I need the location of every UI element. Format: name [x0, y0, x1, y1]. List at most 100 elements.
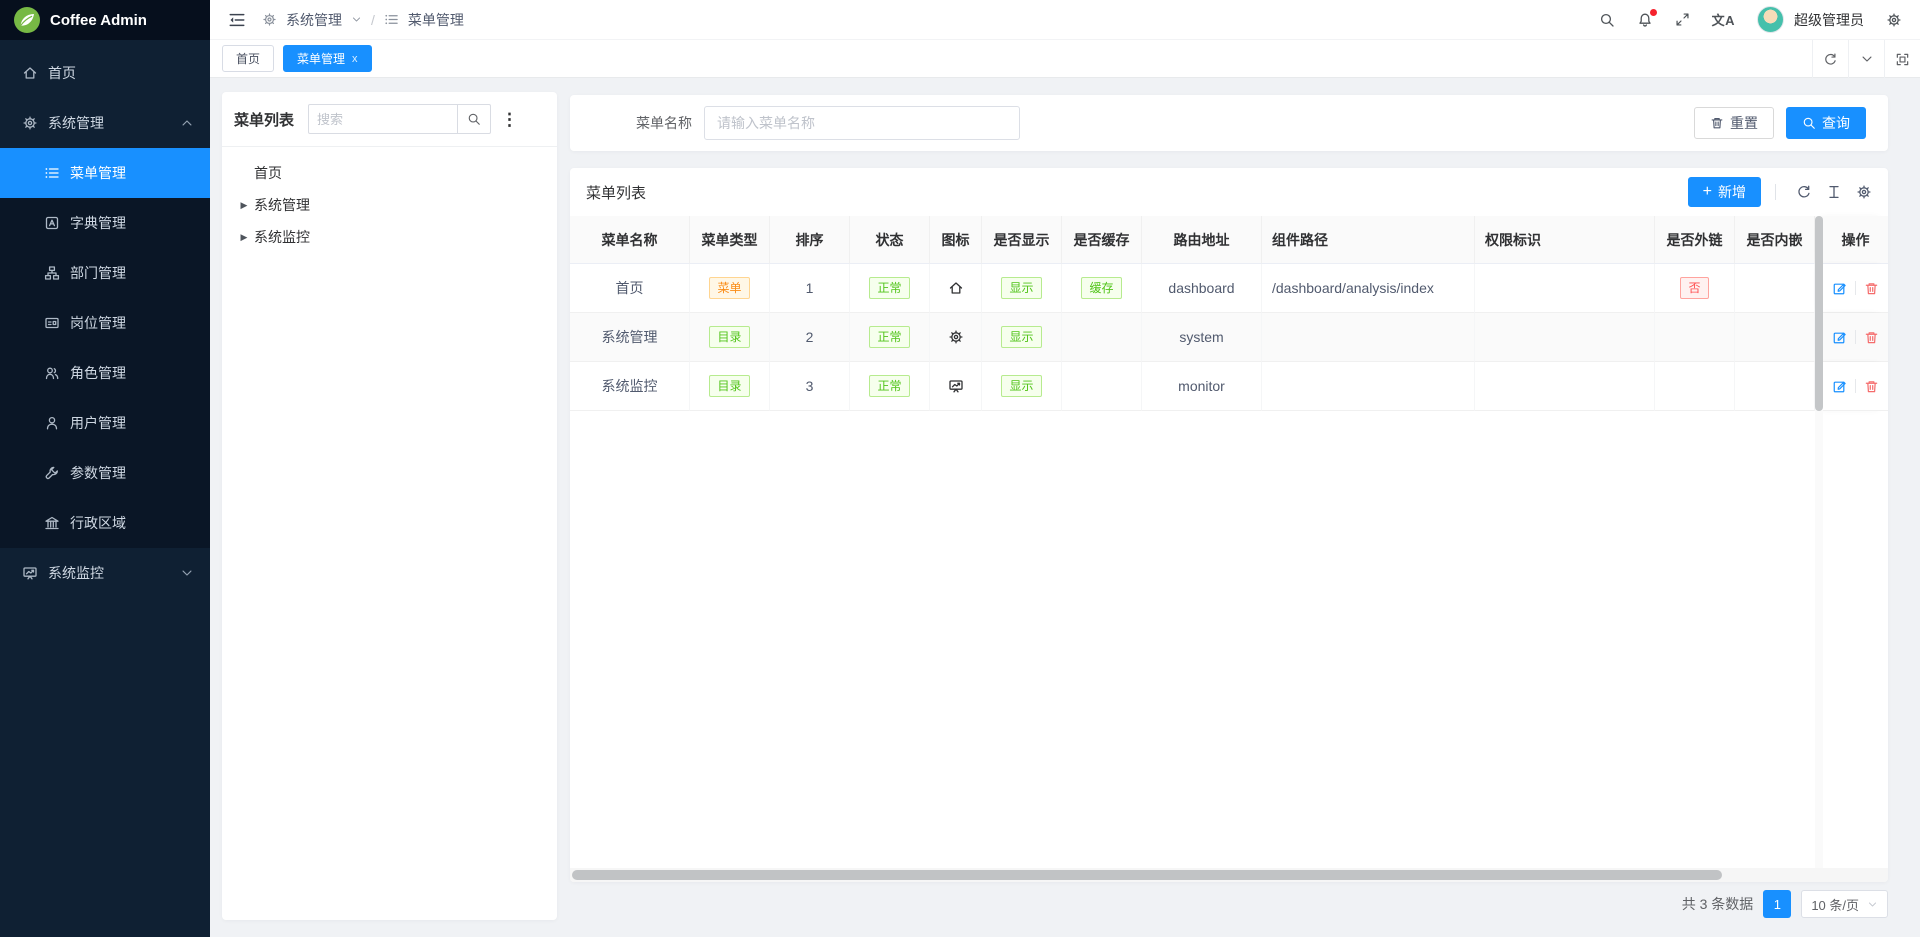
col-icon: 图标 — [930, 216, 982, 264]
breadcrumb-current: 菜单管理 — [408, 10, 464, 30]
cell-status: 正常 — [850, 362, 930, 411]
sidebar-item-department-management[interactable]: 部门管理 — [0, 248, 210, 298]
cell-menu-name: 系统管理 — [570, 313, 690, 362]
breadcrumb-separator: / — [371, 12, 375, 28]
search-icon[interactable] — [1599, 12, 1615, 28]
sidebar-item-user-management[interactable]: 用户管理 — [0, 398, 210, 448]
tree-node-system-monitor[interactable]: ▶ 系统监控 — [234, 221, 545, 253]
notification-bell-icon[interactable] — [1637, 12, 1653, 28]
page-button-1[interactable]: 1 — [1763, 890, 1791, 918]
plus-icon: + — [1703, 184, 1712, 200]
close-icon[interactable]: x — [352, 53, 358, 65]
tab-controls — [1812, 40, 1920, 78]
search-icon — [467, 112, 481, 126]
column-settings-gear-icon[interactable] — [1856, 184, 1872, 200]
chevron-down-icon — [351, 14, 362, 25]
gear-icon — [262, 12, 277, 27]
caret-right-icon[interactable]: ▶ — [234, 200, 254, 211]
chevron-up-icon — [180, 116, 194, 130]
tree-search-button[interactable] — [457, 104, 491, 134]
table-card-title: 菜单列表 — [586, 182, 646, 203]
delete-icon[interactable] — [1864, 379, 1879, 394]
refresh-icon[interactable] — [1796, 184, 1812, 200]
cell-cache — [1062, 362, 1142, 411]
sidebar-item-dictionary-management[interactable]: 字典管理 — [0, 198, 210, 248]
menu-table: 菜单名称 菜单类型 排序 状态 图标 是否显示 是否缓存 路由地址 组件路径 权… — [570, 216, 1888, 411]
tree-search-input[interactable] — [308, 104, 458, 134]
col-component: 组件路径 — [1262, 216, 1475, 264]
cell-component — [1262, 362, 1475, 411]
expand-icon[interactable] — [1884, 40, 1920, 78]
app-logo-leaf-icon — [14, 7, 40, 33]
tab-home[interactable]: 首页 — [222, 45, 274, 72]
sidebar-item-system-monitor[interactable]: 系统监控 — [0, 548, 210, 598]
sidebar-item-administrative-region[interactable]: 行政区域 — [0, 498, 210, 548]
user-icon — [44, 415, 60, 431]
edit-icon[interactable] — [1832, 379, 1847, 394]
fullscreen-icon[interactable] — [1675, 12, 1690, 27]
gear-icon — [22, 115, 38, 131]
delete-icon[interactable] — [1864, 330, 1879, 345]
add-button[interactable]: + 新增 — [1688, 177, 1761, 207]
refresh-icon[interactable] — [1812, 40, 1848, 78]
row-height-icon[interactable] — [1826, 184, 1842, 200]
cell-order: 1 — [770, 264, 850, 313]
delete-icon[interactable] — [1864, 281, 1879, 296]
total-count: 共 3 条数据 — [1682, 894, 1754, 914]
vertical-scrollbar-thumb[interactable] — [1815, 216, 1823, 411]
translate-icon[interactable]: 文A — [1712, 10, 1735, 29]
horizontal-scrollbar-thumb[interactable] — [572, 870, 1722, 880]
sidebar-item-label: 字典管理 — [70, 213, 126, 233]
edit-icon[interactable] — [1832, 330, 1847, 345]
menu-type-tag: 目录 — [709, 375, 749, 397]
visible-tag: 显示 — [1001, 326, 1041, 348]
cell-cache: 缓存 — [1062, 264, 1142, 313]
menu-name-input[interactable] — [704, 106, 1020, 140]
col-order: 排序 — [770, 216, 850, 264]
edit-icon[interactable] — [1832, 281, 1847, 296]
divider — [1855, 281, 1856, 295]
sidebar-item-menu-management[interactable]: 菜单管理 — [0, 148, 210, 198]
query-button[interactable]: 查询 — [1786, 107, 1866, 139]
page-size-select[interactable]: 10 条/页 — [1801, 890, 1888, 918]
wrench-icon — [44, 465, 60, 481]
sidebar-item-label: 部门管理 — [70, 263, 126, 283]
cell-menu-type: 菜单 — [690, 264, 770, 313]
tree-node-system-management[interactable]: ▶ 系统管理 — [234, 189, 545, 221]
cell-order: 2 — [770, 313, 850, 362]
avatar[interactable] — [1757, 6, 1784, 33]
tree-panel-header: 菜单列表 ⋮ — [234, 104, 545, 134]
tree-node-label: 首页 — [254, 163, 282, 183]
col-external: 是否外链 — [1655, 216, 1735, 264]
sidebar-item-role-management[interactable]: 角色管理 — [0, 348, 210, 398]
tab-label: 首页 — [236, 50, 260, 67]
table-row: 系统管理 目录 2 正常 显示 system — [570, 313, 1888, 362]
col-menu-type: 菜单类型 — [690, 216, 770, 264]
chevron-down-icon[interactable] — [1848, 40, 1884, 78]
sidebar-submenu-system: 菜单管理 字典管理 部门管理 岗位管理 角色管理 用户管理 — [0, 148, 210, 548]
notification-dot — [1650, 9, 1657, 16]
cell-cache — [1062, 313, 1142, 362]
settings-gear-icon[interactable] — [1886, 12, 1902, 28]
sidebar-item-system-management[interactable]: 系统管理 — [0, 98, 210, 148]
cell-embedded — [1735, 362, 1815, 411]
sidebar-item-parameter-management[interactable]: 参数管理 — [0, 448, 210, 498]
cell-icon — [930, 362, 982, 411]
caret-right-icon[interactable]: ▶ — [234, 232, 254, 243]
user-name[interactable]: 超级管理员 — [1794, 10, 1864, 30]
table-header-row: 菜单名称 菜单类型 排序 状态 图标 是否显示 是否缓存 路由地址 组件路径 权… — [570, 216, 1888, 264]
sidebar-item-home[interactable]: 首页 — [0, 48, 210, 98]
menu-fold-icon[interactable] — [228, 11, 246, 29]
menu-name-label: 菜单名称 — [636, 113, 692, 133]
tree-node-home[interactable]: 首页 — [234, 157, 545, 189]
cell-actions — [1823, 264, 1888, 313]
sidebar-item-label: 参数管理 — [70, 463, 126, 483]
pagination: 共 3 条数据 1 10 条/页 — [1682, 890, 1888, 918]
reset-button[interactable]: 重置 — [1694, 107, 1774, 139]
sidebar-item-post-management[interactable]: 岗位管理 — [0, 298, 210, 348]
breadcrumb-parent[interactable]: 系统管理 — [286, 10, 342, 30]
col-menu-name: 菜单名称 — [570, 216, 690, 264]
more-options-icon[interactable]: ⋮ — [501, 111, 518, 128]
tab-menu-management[interactable]: 菜单管理 x — [283, 45, 372, 72]
id-badge-icon — [44, 315, 60, 331]
